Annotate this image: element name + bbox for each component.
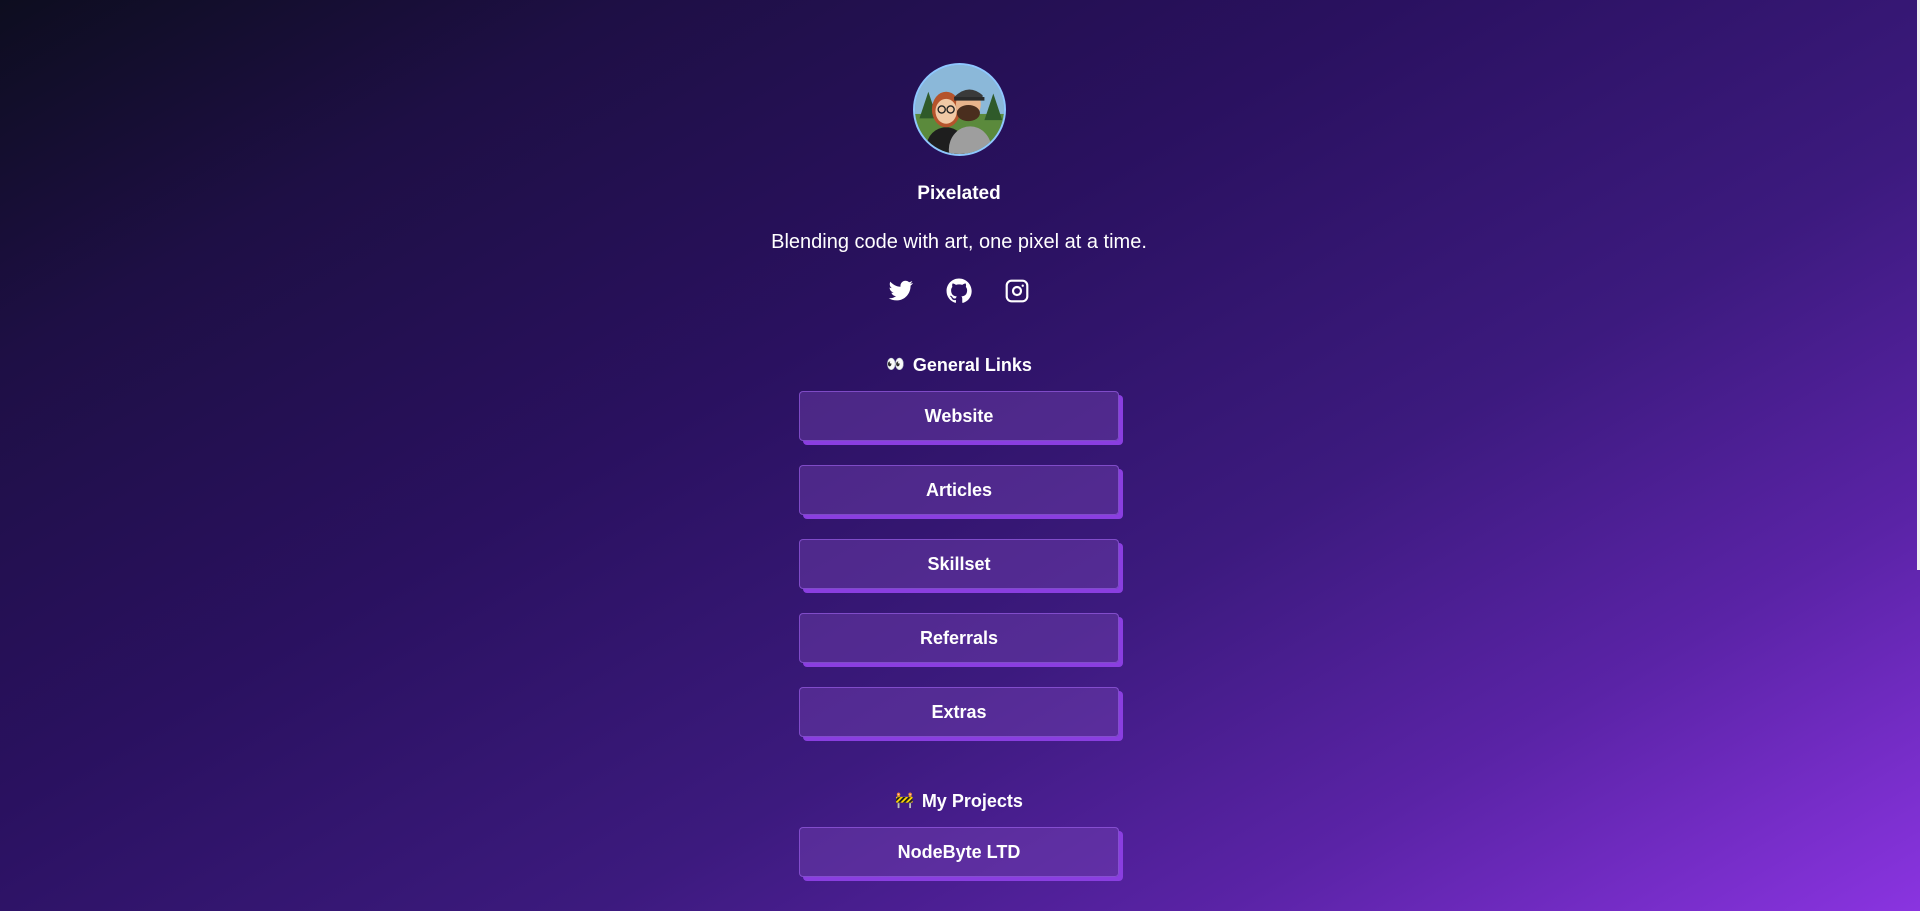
- general-links-list: Website Articles Skillset Referrals Extr…: [799, 391, 1119, 737]
- github-link[interactable]: [945, 277, 973, 305]
- profile-page: Pixelated Blending code with art, one pi…: [0, 0, 1918, 911]
- nodebyte-ltd-button[interactable]: NodeByte LTD: [799, 827, 1119, 877]
- section-title-text: My Projects: [921, 791, 1023, 811]
- referrals-button[interactable]: Referrals: [799, 613, 1119, 663]
- github-icon: [946, 278, 972, 303]
- profile-bio: Blending code with art, one pixel at a t…: [771, 231, 1147, 253]
- construction-icon: 🚧: [895, 792, 914, 809]
- projects-links-list: NodeByte LTD: [799, 827, 1119, 877]
- section-title-my-projects: 🚧 My Projects: [895, 789, 1023, 813]
- eyes-icon: 👀: [886, 356, 905, 373]
- twitter-link[interactable]: [887, 277, 915, 305]
- articles-button[interactable]: Articles: [799, 465, 1119, 515]
- twitter-icon: [888, 280, 914, 301]
- instagram-link[interactable]: [1003, 277, 1031, 305]
- website-button[interactable]: Website: [799, 391, 1119, 441]
- extras-button[interactable]: Extras: [799, 687, 1119, 737]
- profile-name: Pixelated: [917, 183, 1001, 204]
- instagram-icon: [1005, 279, 1029, 303]
- avatar: [912, 63, 1006, 156]
- section-title-text: General Links: [912, 355, 1032, 375]
- social-links: [887, 275, 1031, 307]
- section-title-general-links: 👀 General Links: [886, 353, 1032, 377]
- skillset-button[interactable]: Skillset: [799, 539, 1119, 589]
- avatar-illustration: [914, 65, 1004, 154]
